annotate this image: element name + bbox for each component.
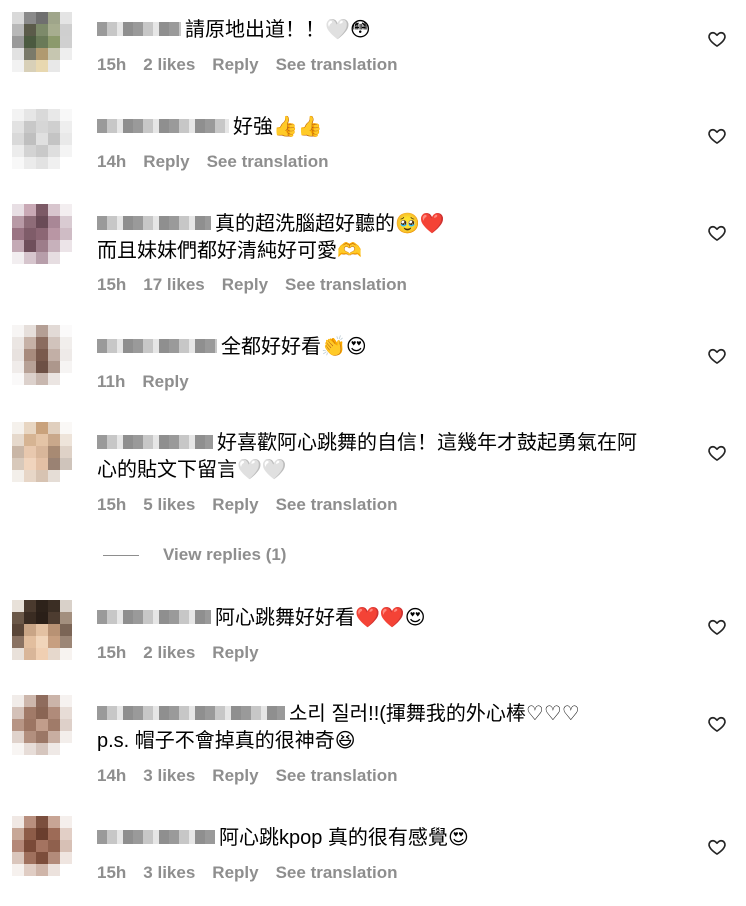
comment-body: 好強: [233, 116, 273, 138]
heart-outline-icon[interactable]: [707, 126, 727, 146]
see-translation-button[interactable]: See translation: [276, 55, 398, 74]
heart-outline-icon[interactable]: [707, 837, 727, 857]
comment-text: 阿心跳舞好好看❤️❤️😍: [97, 604, 677, 631]
emoji: 🤍🤍: [237, 457, 287, 481]
comment-body-line2: 心的貼文下留言: [97, 459, 237, 481]
comment-text: 好喜歡阿心跳舞的自信！這幾年才鼓起勇氣在阿心的貼文下留言🤍🤍: [97, 430, 677, 483]
reply-button[interactable]: Reply: [212, 863, 258, 882]
likes-count[interactable]: 3 likes: [143, 863, 195, 882]
avatar[interactable]: [12, 204, 72, 264]
comment-meta: 14h Reply See translation: [97, 152, 345, 172]
avatar[interactable]: [12, 325, 72, 385]
likes-count[interactable]: 3 likes: [143, 766, 195, 785]
heart-outline-icon[interactable]: [707, 617, 727, 637]
comment-body: 真的超洗腦超好聽的: [215, 213, 395, 235]
view-replies-button[interactable]: View replies (1): [103, 545, 286, 565]
heart-outline-icon[interactable]: [707, 346, 727, 366]
reply-button[interactable]: Reply: [212, 55, 258, 74]
see-translation-button[interactable]: See translation: [285, 275, 407, 294]
reply-button[interactable]: Reply: [212, 643, 258, 662]
emoji: 👍👍: [273, 114, 323, 138]
comment-body: 好喜歡阿心跳舞的自信！這幾年才鼓起勇氣在阿: [217, 432, 637, 454]
avatar[interactable]: [12, 816, 72, 876]
comment-body: 阿心跳舞好好看: [215, 607, 355, 629]
comment-meta: 11h Reply: [97, 372, 206, 392]
emoji: ❤️❤️😍: [355, 605, 426, 629]
avatar[interactable]: [12, 12, 72, 72]
comment-meta: 15h 17 likes Reply See translation: [97, 275, 424, 295]
reply-button[interactable]: Reply: [222, 275, 268, 294]
comment-body-line2: p.s. 帽子不會掉真的很神奇: [97, 730, 335, 752]
emoji: 🫶: [337, 238, 362, 262]
likes-count[interactable]: 2 likes: [143, 55, 195, 74]
comment-body: 請原地出道！！: [185, 19, 325, 41]
comment-meta: 14h 3 likes Reply See translation: [97, 766, 414, 786]
heart-outline-icon[interactable]: [707, 223, 727, 243]
see-translation-button[interactable]: See translation: [276, 863, 398, 882]
reply-button[interactable]: Reply: [212, 766, 258, 785]
username-blurred[interactable]: [97, 434, 213, 449]
comment-meta: 15h 2 likes Reply: [97, 643, 276, 663]
timestamp: 15h: [97, 495, 127, 514]
likes-count[interactable]: 2 likes: [143, 643, 195, 662]
likes-count[interactable]: 5 likes: [143, 495, 195, 514]
emoji: 🥹❤️: [395, 211, 445, 235]
view-replies-label[interactable]: View replies (1): [163, 545, 286, 564]
comment-body-line2: 而且妹妹們都好清純好可愛: [97, 240, 337, 262]
reply-button[interactable]: Reply: [212, 495, 258, 514]
comment-meta: 15h 5 likes Reply See translation: [97, 495, 414, 515]
avatar[interactable]: [12, 109, 72, 169]
see-translation-button[interactable]: See translation: [207, 152, 329, 171]
username-blurred[interactable]: [97, 338, 217, 353]
username-blurred[interactable]: [97, 829, 215, 844]
timestamp: 15h: [97, 863, 127, 882]
comment-text: 소리 질러!!(揮舞我的外心棒♡♡♡ p.s. 帽子不會掉真的很神奇😆: [97, 701, 677, 754]
emoji: 😆: [334, 728, 356, 752]
see-translation-button[interactable]: See translation: [276, 766, 398, 785]
comment-body: 阿心跳kpop 真的很有感覺: [219, 827, 448, 849]
heart-outline-icon[interactable]: [707, 29, 727, 49]
divider: [103, 555, 139, 557]
avatar[interactable]: [12, 422, 72, 482]
comment-body: 全都好好看: [221, 336, 321, 358]
see-translation-button[interactable]: See translation: [276, 495, 398, 514]
username-blurred[interactable]: [97, 118, 229, 133]
comment-text: 請原地出道！！🤍😳: [97, 16, 677, 43]
emoji: 👏😍: [321, 334, 367, 358]
comment-meta: 15h 2 likes Reply See translation: [97, 55, 414, 75]
username-blurred[interactable]: [97, 21, 181, 36]
emoji: 🤍😳: [325, 17, 371, 41]
reply-button[interactable]: Reply: [143, 152, 189, 171]
timestamp: 11h: [97, 372, 126, 391]
comment-meta: 15h 3 likes Reply See translation: [97, 863, 414, 883]
timestamp: 14h: [97, 152, 127, 171]
timestamp: 15h: [97, 275, 127, 294]
timestamp: 15h: [97, 643, 127, 662]
comment-text: 全都好好看👏😍: [97, 333, 677, 360]
comment-text: 阿心跳kpop 真的很有感覺😍: [97, 824, 677, 851]
reply-button[interactable]: Reply: [142, 372, 188, 391]
comment-text: 好強👍👍: [97, 113, 677, 140]
heart-outline-icon[interactable]: [707, 443, 727, 463]
username-blurred[interactable]: [97, 705, 285, 720]
timestamp: 15h: [97, 55, 127, 74]
likes-count[interactable]: 17 likes: [143, 275, 204, 294]
username-blurred[interactable]: [97, 609, 211, 624]
username-blurred[interactable]: [97, 215, 211, 230]
avatar[interactable]: [12, 600, 72, 660]
comment-text: 真的超洗腦超好聽的🥹❤️ 而且妹妹們都好清純好可愛🫶: [97, 210, 677, 264]
avatar[interactable]: [12, 695, 72, 755]
heart-outline-icon[interactable]: [707, 714, 727, 734]
emoji: 😍: [447, 825, 469, 849]
comment-body: 소리 질러!!(揮舞我的外心棒♡♡♡: [289, 703, 580, 725]
timestamp: 14h: [97, 766, 127, 785]
